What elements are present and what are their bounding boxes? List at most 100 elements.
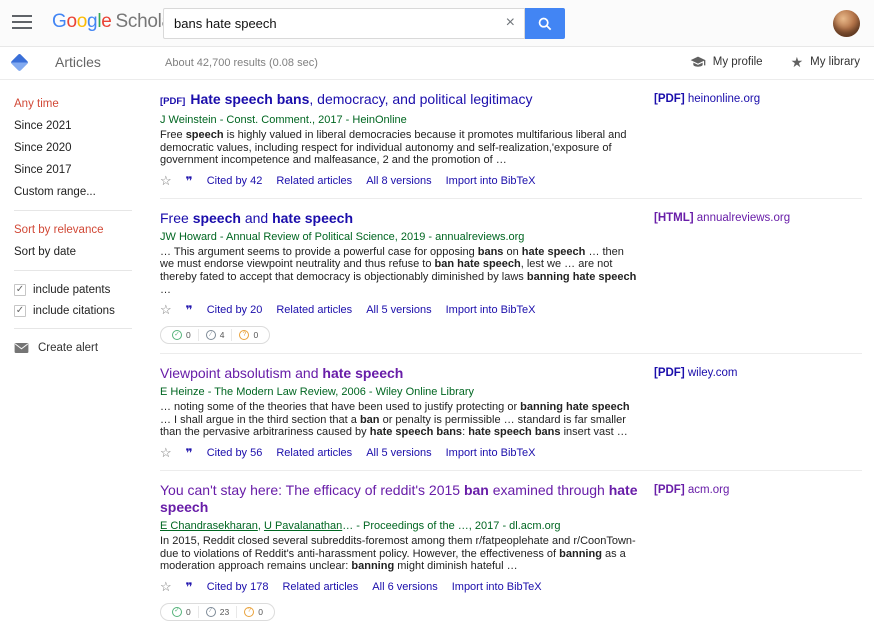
- save-star-icon[interactable]: ☆: [160, 579, 172, 595]
- result-actions: ☆ ❞ Cited by 178 Related articles All 6 vers…: [160, 579, 640, 595]
- header: GoogleScholar ×: [0, 0, 874, 47]
- cite-quote-icon[interactable]: ❞: [186, 446, 193, 460]
- cited-by-link[interactable]: Cited by 20: [207, 304, 263, 316]
- result-side: [HTML] annualreviews.org: [640, 210, 858, 344]
- result-snippet: In 2015, Reddit closed several subreddit…: [160, 535, 640, 573]
- search-result: [PDF] Hate speech bans, democracy, and po…: [160, 80, 862, 199]
- filters-sidebar: Any time Since 2021 Since 2020 Since 2017 Cu…: [14, 98, 146, 354]
- cited-by-link[interactable]: Cited by 178: [207, 581, 269, 593]
- related-articles-link[interactable]: Related articles: [276, 447, 352, 459]
- result-snippet: … noting some of the theories that have …: [160, 401, 640, 439]
- search-icon: [537, 16, 553, 32]
- cited-by-link[interactable]: Cited by 42: [207, 175, 263, 187]
- versions-link[interactable]: All 8 versions: [366, 175, 431, 187]
- my-library-button[interactable]: ★ My library: [791, 55, 860, 69]
- my-profile-button[interactable]: My profile: [690, 54, 763, 70]
- badge-count: 0: [258, 607, 263, 617]
- bibtex-link[interactable]: Import into BibTeX: [446, 304, 536, 316]
- result-side: [PDF] acm.org: [640, 482, 858, 621]
- sort-option-list: Sort by relevance Sort by date: [14, 224, 146, 259]
- create-alert-button[interactable]: Create alert: [14, 342, 146, 354]
- save-star-icon[interactable]: ☆: [160, 173, 172, 189]
- side-fulltext-link[interactable]: [PDF] acm.org: [654, 484, 729, 496]
- time-filter-since-2021[interactable]: Since 2021: [14, 120, 146, 133]
- result-title-link[interactable]: Hate speech bans, democracy, and politic…: [190, 91, 532, 107]
- checkbox-box-icon[interactable]: ✓: [14, 284, 26, 296]
- time-filter-any-time[interactable]: Any time: [14, 98, 146, 111]
- logo-google: Google: [52, 11, 112, 32]
- badge-count: 0: [253, 330, 258, 340]
- scholar-logo[interactable]: GoogleScholar: [52, 11, 178, 33]
- result-authors: JW Howard - Annual Review of Political S…: [160, 230, 640, 244]
- related-articles-link[interactable]: Related articles: [276, 304, 352, 316]
- results-list: [PDF] Hate speech bans, democracy, and po…: [160, 80, 862, 630]
- badge-count: 23: [220, 607, 229, 617]
- versions-link[interactable]: All 5 versions: [366, 304, 431, 316]
- clear-search-icon[interactable]: ×: [506, 14, 515, 32]
- envelope-icon: [14, 342, 29, 354]
- file-format-tag: [PDF]: [654, 93, 685, 105]
- author-link[interactable]: E Chandrasekharan: [160, 520, 258, 532]
- avatar[interactable]: [833, 10, 860, 37]
- time-filter-since-2020[interactable]: Since 2020: [14, 142, 146, 155]
- versions-link[interactable]: All 5 versions: [366, 447, 431, 459]
- side-domain: wiley.com: [685, 367, 738, 379]
- side-fulltext-link[interactable]: [PDF] heinonline.org: [654, 93, 760, 105]
- create-alert-label: Create alert: [38, 342, 98, 354]
- author-link[interactable]: U Pavalanathan: [264, 520, 342, 532]
- checkbox-include-citations[interactable]: ✓ include citations: [14, 305, 146, 317]
- side-fulltext-link[interactable]: [HTML] annualreviews.org: [654, 212, 790, 224]
- hamburger-menu-icon[interactable]: [12, 15, 32, 31]
- scite-badge[interactable]: ✓0∕4?0: [160, 326, 270, 344]
- versions-link[interactable]: All 6 versions: [372, 581, 437, 593]
- save-star-icon[interactable]: ☆: [160, 445, 172, 461]
- time-filter-custom-range[interactable]: Custom range...: [14, 186, 146, 199]
- sidebar-divider: [14, 328, 132, 329]
- cite-quote-icon[interactable]: ❞: [186, 174, 193, 188]
- side-fulltext-link[interactable]: [PDF] wiley.com: [654, 367, 738, 379]
- related-articles-link[interactable]: Related articles: [276, 175, 352, 187]
- result-main: Free speech and hate speech JW Howard - A…: [160, 210, 640, 344]
- result-side: [PDF] wiley.com: [640, 365, 858, 461]
- checkbox-label: include patents: [33, 284, 110, 296]
- slash-circle: ∕: [206, 607, 216, 617]
- sidebar-divider: [14, 210, 132, 211]
- bibtex-link[interactable]: Import into BibTeX: [446, 447, 536, 459]
- result-actions: ☆ ❞ Cited by 20 Related articles All 5 versi…: [160, 302, 640, 318]
- save-star-icon[interactable]: ☆: [160, 302, 172, 318]
- checkbox-include-patents[interactable]: ✓ include patents: [14, 284, 146, 296]
- badge-count: 0: [186, 607, 191, 617]
- badge-segment: ?0: [232, 329, 265, 341]
- search-input[interactable]: [163, 8, 525, 39]
- time-filter-since-2017[interactable]: Since 2017: [14, 164, 146, 177]
- bibtex-link[interactable]: Import into BibTeX: [446, 175, 536, 187]
- toolbar: Articles About 42,700 results (0.08 sec)…: [0, 47, 874, 80]
- cite-quote-icon[interactable]: ❞: [186, 303, 193, 317]
- result-title-link[interactable]: You can't stay here: The efficacy of red…: [160, 482, 638, 515]
- side-domain: heinonline.org: [685, 93, 760, 105]
- result-title-link[interactable]: Viewpoint absolutism and hate speech: [160, 365, 403, 381]
- cite-quote-icon[interactable]: ❞: [186, 580, 193, 594]
- sort-option-sort-by-date[interactable]: Sort by date: [14, 246, 146, 259]
- result-title: You can't stay here: The efficacy of red…: [160, 482, 640, 516]
- result-actions: ☆ ❞ Cited by 42 Related articles All 8 versi…: [160, 173, 640, 189]
- graduation-cap-icon: [690, 54, 706, 70]
- search-result: Viewpoint absolutism and hate speechE He…: [160, 354, 862, 471]
- check-circle: ✓: [172, 330, 182, 340]
- scite-badge[interactable]: ✓0∕23?0: [160, 603, 275, 621]
- badge-segment: ?0: [237, 606, 270, 618]
- side-domain: acm.org: [685, 484, 730, 496]
- result-title: [PDF]Hate speech bans, democracy, and po…: [160, 91, 640, 110]
- search-result: Free speech and hate speech JW Howard - A…: [160, 199, 862, 354]
- result-title-link[interactable]: Free speech and hate speech: [160, 210, 353, 226]
- bibtex-link[interactable]: Import into BibTeX: [452, 581, 542, 593]
- related-articles-link[interactable]: Related articles: [282, 581, 358, 593]
- checkbox-box-icon[interactable]: ✓: [14, 305, 26, 317]
- question-circle: ?: [239, 330, 249, 340]
- result-snippet: … This argument seems to provide a power…: [160, 246, 640, 296]
- checkbox-label: include citations: [33, 305, 115, 317]
- result-main: You can't stay here: The efficacy of red…: [160, 482, 640, 621]
- cited-by-link[interactable]: Cited by 56: [207, 447, 263, 459]
- search-button[interactable]: [525, 8, 565, 39]
- sort-option-sort-by-relevance[interactable]: Sort by relevance: [14, 224, 146, 237]
